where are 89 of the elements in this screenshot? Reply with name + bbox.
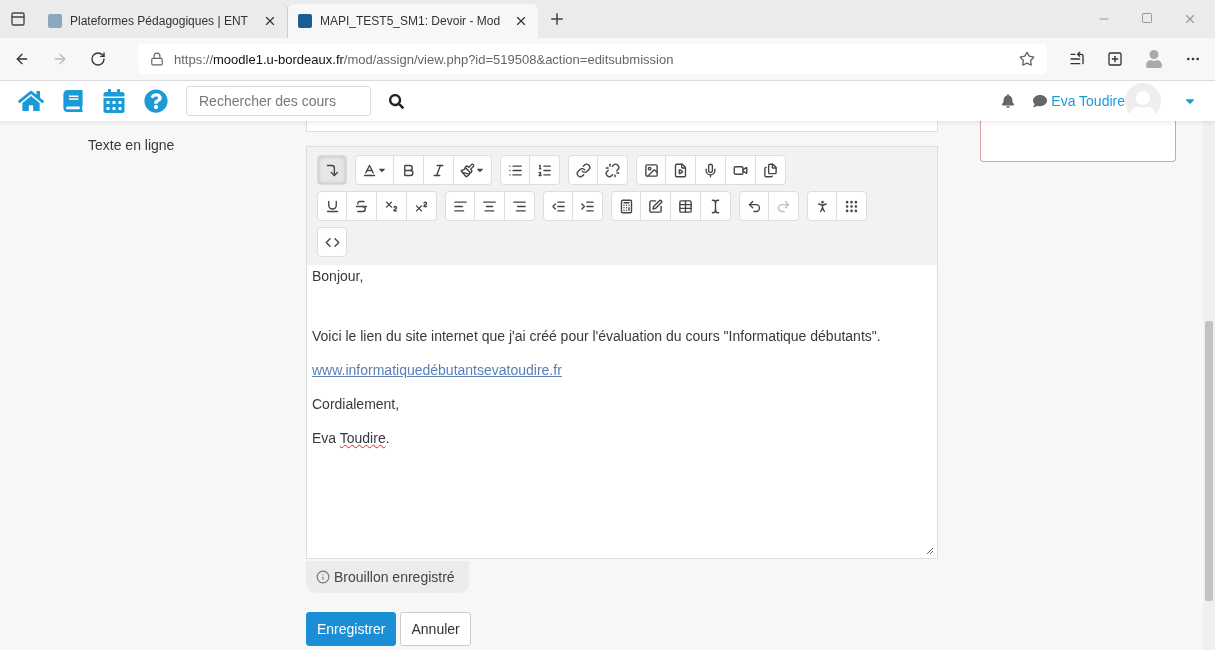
superscript-icon [414, 198, 429, 214]
show-more-button[interactable] [317, 155, 347, 185]
font-color-button[interactable] [355, 155, 394, 185]
underline-button[interactable] [317, 191, 347, 221]
search-field[interactable]: Rechercher des cours [186, 86, 371, 116]
subscript-icon [384, 198, 399, 214]
close-tab-icon[interactable] [514, 14, 528, 28]
bold-button[interactable] [394, 155, 424, 185]
save-button[interactable]: Enregistrer [306, 612, 397, 646]
url-text: https://moodle1.u-bordeaux.fr/mod/assign/view.php?id=519508&action=editsubmission [174, 51, 674, 67]
collections-icon[interactable] [1107, 51, 1123, 67]
paragraph: Cordialement, [312, 396, 401, 412]
numbered-list-button[interactable] [530, 155, 560, 185]
outdent-icon [550, 198, 566, 214]
indent-button[interactable] [573, 191, 603, 221]
bullet-list-icon [507, 162, 523, 178]
superscript-button[interactable] [407, 191, 437, 221]
underline-icon [324, 198, 340, 214]
media-button[interactable] [666, 155, 696, 185]
paragraph: Bonjour, [312, 268, 365, 284]
strikethrough-icon [354, 198, 369, 214]
manage-files-button[interactable] [756, 155, 786, 185]
font-color-icon [362, 162, 377, 178]
website-link[interactable]: www.informatiquedébutantsevatoudire.fr [312, 362, 932, 378]
highlight-icon [460, 162, 475, 178]
table-button[interactable] [671, 191, 701, 221]
align-center-button[interactable] [475, 191, 505, 221]
outdent-button[interactable] [543, 191, 573, 221]
favicon [298, 14, 312, 28]
paragraph: Voici le lien du site internet que j'ai créé pour l'évaluation du cours "Informatique débutants". [312, 328, 882, 344]
show-more-icon [324, 162, 340, 178]
bullet-list-button[interactable] [500, 155, 530, 185]
favorites-icon[interactable] [1069, 51, 1085, 67]
manage-files-icon [763, 162, 778, 178]
resize-handle-icon[interactable] [926, 547, 934, 555]
accessibility-button[interactable] [807, 191, 837, 221]
lock-icon[interactable] [150, 52, 164, 66]
link-icon [575, 162, 591, 178]
info-icon [316, 570, 330, 584]
record-audio-button[interactable] [696, 155, 726, 185]
image-icon [643, 162, 659, 178]
undo-icon [746, 198, 762, 214]
messages-icon[interactable] [1033, 94, 1048, 108]
align-left-button[interactable] [445, 191, 475, 221]
align-center-icon [482, 198, 497, 214]
paragraph: Eva Toudire. [312, 430, 391, 446]
scrollbar-thumb[interactable] [1205, 321, 1213, 601]
browser-tab[interactable]: MAPI_TEST5_SM1: Devoir - Mod [288, 4, 538, 38]
reload-icon[interactable] [90, 51, 106, 67]
align-right-button[interactable] [505, 191, 535, 221]
help-icon[interactable] [144, 89, 168, 113]
unlink-icon [605, 162, 620, 178]
image-button[interactable] [636, 155, 666, 185]
scrollbar[interactable] [1203, 121, 1215, 650]
align-left-icon [452, 198, 468, 214]
calendar-icon[interactable] [102, 89, 126, 113]
home-icon[interactable] [18, 88, 44, 114]
record-video-button[interactable] [726, 155, 756, 185]
cancel-button[interactable]: Annuler [400, 612, 471, 646]
search-icon[interactable] [389, 93, 404, 109]
draft-text: Brouillon enregistré [334, 569, 455, 585]
unlink-button[interactable] [598, 155, 628, 185]
star-icon[interactable] [1019, 51, 1035, 67]
close-tab-icon[interactable] [263, 14, 277, 28]
field-label: Texte en ligne [87, 136, 176, 155]
book-icon[interactable] [62, 90, 84, 112]
link-button[interactable] [568, 155, 598, 185]
indent-icon [580, 198, 595, 214]
subscript-button[interactable] [377, 191, 407, 221]
record-audio-icon [703, 162, 718, 178]
html-button[interactable] [317, 227, 347, 257]
undo-button[interactable] [739, 191, 769, 221]
highlight-button[interactable] [454, 155, 492, 185]
align-right-icon [512, 198, 527, 214]
address-field[interactable]: https://moodle1.u-bordeaux.fr/mod/assign/view.php?id=519508&action=editsubmission [138, 44, 1047, 74]
italic-icon [431, 162, 446, 178]
italic-button[interactable] [424, 155, 454, 185]
bold-icon [401, 162, 416, 178]
media-icon [673, 162, 688, 178]
favicon [48, 14, 62, 28]
new-tab-icon[interactable] [548, 10, 566, 28]
back-icon[interactable] [14, 51, 30, 67]
notifications-icon[interactable] [1001, 94, 1016, 108]
strikethrough-button[interactable] [347, 191, 377, 221]
table-icon [678, 198, 693, 214]
redo-icon [776, 198, 791, 214]
numbered-list-icon [537, 162, 552, 178]
tab-actions-icon[interactable] [10, 11, 26, 27]
editor-content[interactable]: Bonjour, Voici le lien du site internet que j'ai créé pour l'évaluation du cours "Informatique débutants". www.informatiquedébutantsevatoudire.fr Cordialement, Eva Toudire. [307, 265, 937, 558]
